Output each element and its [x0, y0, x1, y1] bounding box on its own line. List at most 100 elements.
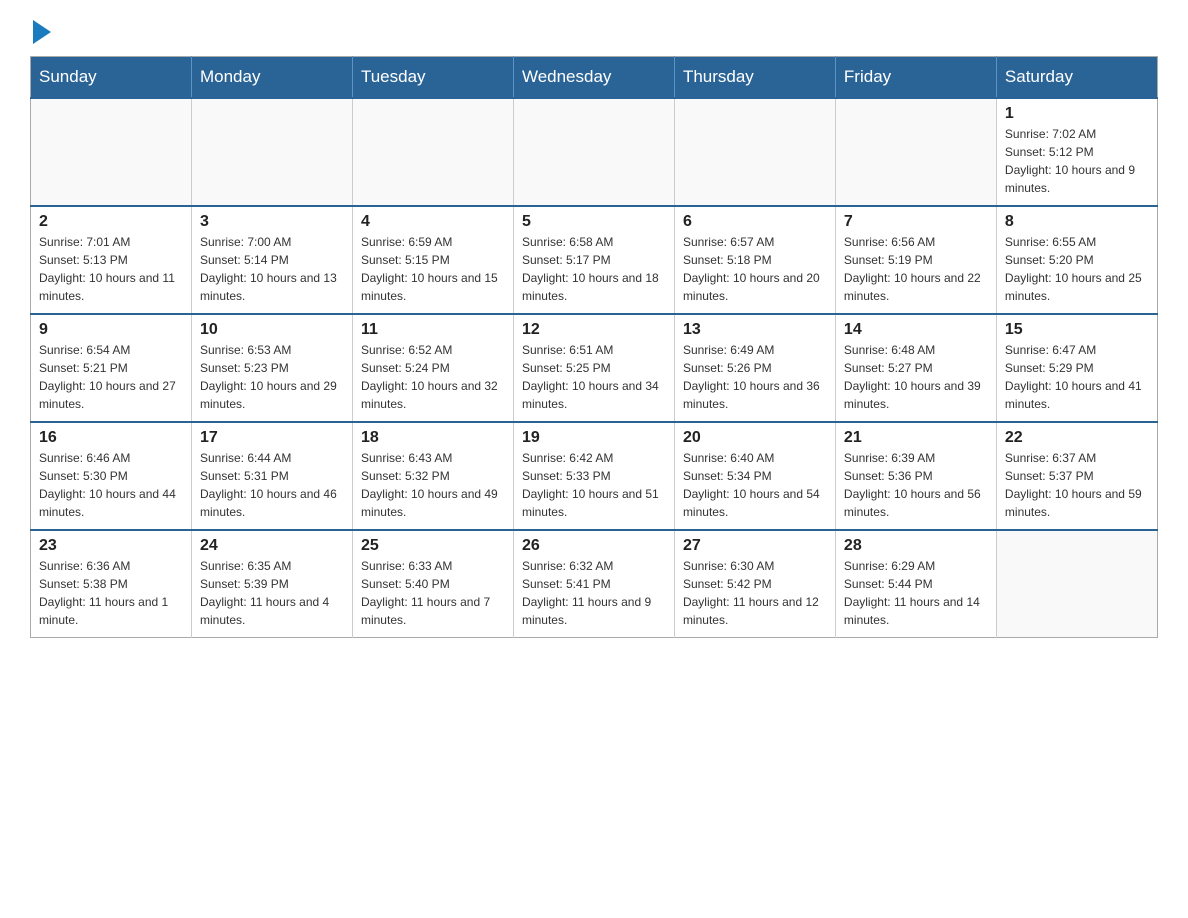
calendar-cell: 11 Sunrise: 6:52 AMSunset: 5:24 PMDayligh…	[352, 314, 513, 422]
day-number: 23	[39, 537, 183, 555]
day-info: Sunrise: 6:56 AMSunset: 5:19 PMDaylight:…	[844, 233, 988, 305]
weekday-header-friday: Friday	[835, 57, 996, 99]
calendar-cell: 12 Sunrise: 6:51 AMSunset: 5:25 PMDayligh…	[513, 314, 674, 422]
day-number: 22	[1005, 429, 1149, 447]
day-info: Sunrise: 6:40 AMSunset: 5:34 PMDaylight:…	[683, 449, 827, 521]
day-info: Sunrise: 6:55 AMSunset: 5:20 PMDaylight:…	[1005, 233, 1149, 305]
calendar-cell: 19Sunrise: 6:42 AMSunset: 5:33 PMDayligh…	[513, 422, 674, 530]
week-row-3: 9 Sunrise: 6:54 AMSunset: 5:21 PMDaylight…	[31, 314, 1158, 422]
calendar-cell: 28Sunrise: 6:29 AMSunset: 5:44 PMDayligh…	[835, 530, 996, 638]
week-row-2: 2 Sunrise: 7:01 AMSunset: 5:13 PMDaylight…	[31, 206, 1158, 314]
day-number: 3	[200, 213, 344, 231]
day-number: 1	[1005, 105, 1149, 123]
day-info: Sunrise: 6:58 AMSunset: 5:17 PMDaylight:…	[522, 233, 666, 305]
day-info: Sunrise: 7:01 AMSunset: 5:13 PMDaylight:…	[39, 233, 183, 305]
day-number: 10	[200, 321, 344, 339]
logo-arrow-icon	[33, 20, 51, 44]
day-number: 5	[522, 213, 666, 231]
day-info: Sunrise: 6:44 AMSunset: 5:31 PMDaylight:…	[200, 449, 344, 521]
weekday-header-sunday: Sunday	[31, 57, 192, 99]
calendar-cell: 8 Sunrise: 6:55 AMSunset: 5:20 PMDaylight…	[996, 206, 1157, 314]
day-number: 2	[39, 213, 183, 231]
weekday-header-thursday: Thursday	[674, 57, 835, 99]
calendar-cell: 15 Sunrise: 6:47 AMSunset: 5:29 PMDayligh…	[996, 314, 1157, 422]
week-row-4: 16 Sunrise: 6:46 AMSunset: 5:30 PMDayligh…	[31, 422, 1158, 530]
calendar-cell: 5 Sunrise: 6:58 AMSunset: 5:17 PMDaylight…	[513, 206, 674, 314]
calendar-cell: 13 Sunrise: 6:49 AMSunset: 5:26 PMDayligh…	[674, 314, 835, 422]
weekday-header-saturday: Saturday	[996, 57, 1157, 99]
weekday-row: SundayMondayTuesdayWednesdayThursdayFrid…	[31, 57, 1158, 99]
calendar-cell: 1 Sunrise: 7:02 AMSunset: 5:12 PMDaylight…	[996, 98, 1157, 206]
day-number: 21	[844, 429, 988, 447]
day-info: Sunrise: 6:51 AMSunset: 5:25 PMDaylight:…	[522, 341, 666, 413]
day-info: Sunrise: 6:32 AMSunset: 5:41 PMDaylight:…	[522, 557, 666, 629]
day-info: Sunrise: 6:49 AMSunset: 5:26 PMDaylight:…	[683, 341, 827, 413]
calendar-cell: 24 Sunrise: 6:35 AMSunset: 5:39 PMDayligh…	[191, 530, 352, 638]
day-number: 8	[1005, 213, 1149, 231]
calendar-body: 1 Sunrise: 7:02 AMSunset: 5:12 PMDaylight…	[31, 98, 1158, 638]
calendar-cell: 17 Sunrise: 6:44 AMSunset: 5:31 PMDayligh…	[191, 422, 352, 530]
calendar-cell	[31, 98, 192, 206]
calendar-cell: 7Sunrise: 6:56 AMSunset: 5:19 PMDaylight…	[835, 206, 996, 314]
day-info: Sunrise: 6:36 AMSunset: 5:38 PMDaylight:…	[39, 557, 183, 629]
calendar-cell: 10 Sunrise: 6:53 AMSunset: 5:23 PMDayligh…	[191, 314, 352, 422]
calendar-cell: 20 Sunrise: 6:40 AMSunset: 5:34 PMDayligh…	[674, 422, 835, 530]
weekday-header-tuesday: Tuesday	[352, 57, 513, 99]
day-number: 27	[683, 537, 827, 555]
day-number: 20	[683, 429, 827, 447]
calendar-cell	[674, 98, 835, 206]
calendar-cell: 4 Sunrise: 6:59 AMSunset: 5:15 PMDaylight…	[352, 206, 513, 314]
day-number: 9	[39, 321, 183, 339]
calendar-cell	[513, 98, 674, 206]
day-info: Sunrise: 7:02 AMSunset: 5:12 PMDaylight:…	[1005, 125, 1149, 197]
day-info: Sunrise: 6:52 AMSunset: 5:24 PMDaylight:…	[361, 341, 505, 413]
calendar-cell: 27 Sunrise: 6:30 AMSunset: 5:42 PMDayligh…	[674, 530, 835, 638]
day-number: 13	[683, 321, 827, 339]
day-info: Sunrise: 6:48 AMSunset: 5:27 PMDaylight:…	[844, 341, 988, 413]
day-number: 18	[361, 429, 505, 447]
day-info: Sunrise: 6:46 AMSunset: 5:30 PMDaylight:…	[39, 449, 183, 521]
calendar-cell: 18Sunrise: 6:43 AMSunset: 5:32 PMDayligh…	[352, 422, 513, 530]
day-info: Sunrise: 6:30 AMSunset: 5:42 PMDaylight:…	[683, 557, 827, 629]
day-number: 14	[844, 321, 988, 339]
day-info: Sunrise: 6:35 AMSunset: 5:39 PMDaylight:…	[200, 557, 344, 629]
day-number: 12	[522, 321, 666, 339]
day-info: Sunrise: 6:59 AMSunset: 5:15 PMDaylight:…	[361, 233, 505, 305]
calendar-cell: 9 Sunrise: 6:54 AMSunset: 5:21 PMDaylight…	[31, 314, 192, 422]
day-number: 11	[361, 321, 505, 339]
day-info: Sunrise: 6:29 AMSunset: 5:44 PMDaylight:…	[844, 557, 988, 629]
calendar-cell: 22 Sunrise: 6:37 AMSunset: 5:37 PMDayligh…	[996, 422, 1157, 530]
day-number: 15	[1005, 321, 1149, 339]
day-number: 4	[361, 213, 505, 231]
day-info: Sunrise: 6:33 AMSunset: 5:40 PMDaylight:…	[361, 557, 505, 629]
calendar-cell	[996, 530, 1157, 638]
day-number: 25	[361, 537, 505, 555]
day-info: Sunrise: 6:42 AMSunset: 5:33 PMDaylight:…	[522, 449, 666, 521]
calendar-cell: 6 Sunrise: 6:57 AMSunset: 5:18 PMDaylight…	[674, 206, 835, 314]
day-number: 16	[39, 429, 183, 447]
day-info: Sunrise: 6:47 AMSunset: 5:29 PMDaylight:…	[1005, 341, 1149, 413]
day-number: 24	[200, 537, 344, 555]
calendar-cell: 23 Sunrise: 6:36 AMSunset: 5:38 PMDayligh…	[31, 530, 192, 638]
day-number: 17	[200, 429, 344, 447]
day-number: 26	[522, 537, 666, 555]
week-row-5: 23 Sunrise: 6:36 AMSunset: 5:38 PMDayligh…	[31, 530, 1158, 638]
day-info: Sunrise: 6:54 AMSunset: 5:21 PMDaylight:…	[39, 341, 183, 413]
logo	[30, 20, 51, 40]
day-info: Sunrise: 6:53 AMSunset: 5:23 PMDaylight:…	[200, 341, 344, 413]
day-info: Sunrise: 6:57 AMSunset: 5:18 PMDaylight:…	[683, 233, 827, 305]
calendar-cell: 2 Sunrise: 7:01 AMSunset: 5:13 PMDaylight…	[31, 206, 192, 314]
calendar-table: SundayMondayTuesdayWednesdayThursdayFrid…	[30, 56, 1158, 638]
calendar-cell: 21 Sunrise: 6:39 AMSunset: 5:36 PMDayligh…	[835, 422, 996, 530]
logo-line1	[30, 20, 51, 44]
calendar-cell: 3 Sunrise: 7:00 AMSunset: 5:14 PMDaylight…	[191, 206, 352, 314]
day-info: Sunrise: 7:00 AMSunset: 5:14 PMDaylight:…	[200, 233, 344, 305]
week-row-1: 1 Sunrise: 7:02 AMSunset: 5:12 PMDaylight…	[31, 98, 1158, 206]
calendar-cell: 25 Sunrise: 6:33 AMSunset: 5:40 PMDayligh…	[352, 530, 513, 638]
calendar-cell	[191, 98, 352, 206]
day-info: Sunrise: 6:39 AMSunset: 5:36 PMDaylight:…	[844, 449, 988, 521]
weekday-header-wednesday: Wednesday	[513, 57, 674, 99]
day-info: Sunrise: 6:37 AMSunset: 5:37 PMDaylight:…	[1005, 449, 1149, 521]
weekday-header-monday: Monday	[191, 57, 352, 99]
day-number: 6	[683, 213, 827, 231]
